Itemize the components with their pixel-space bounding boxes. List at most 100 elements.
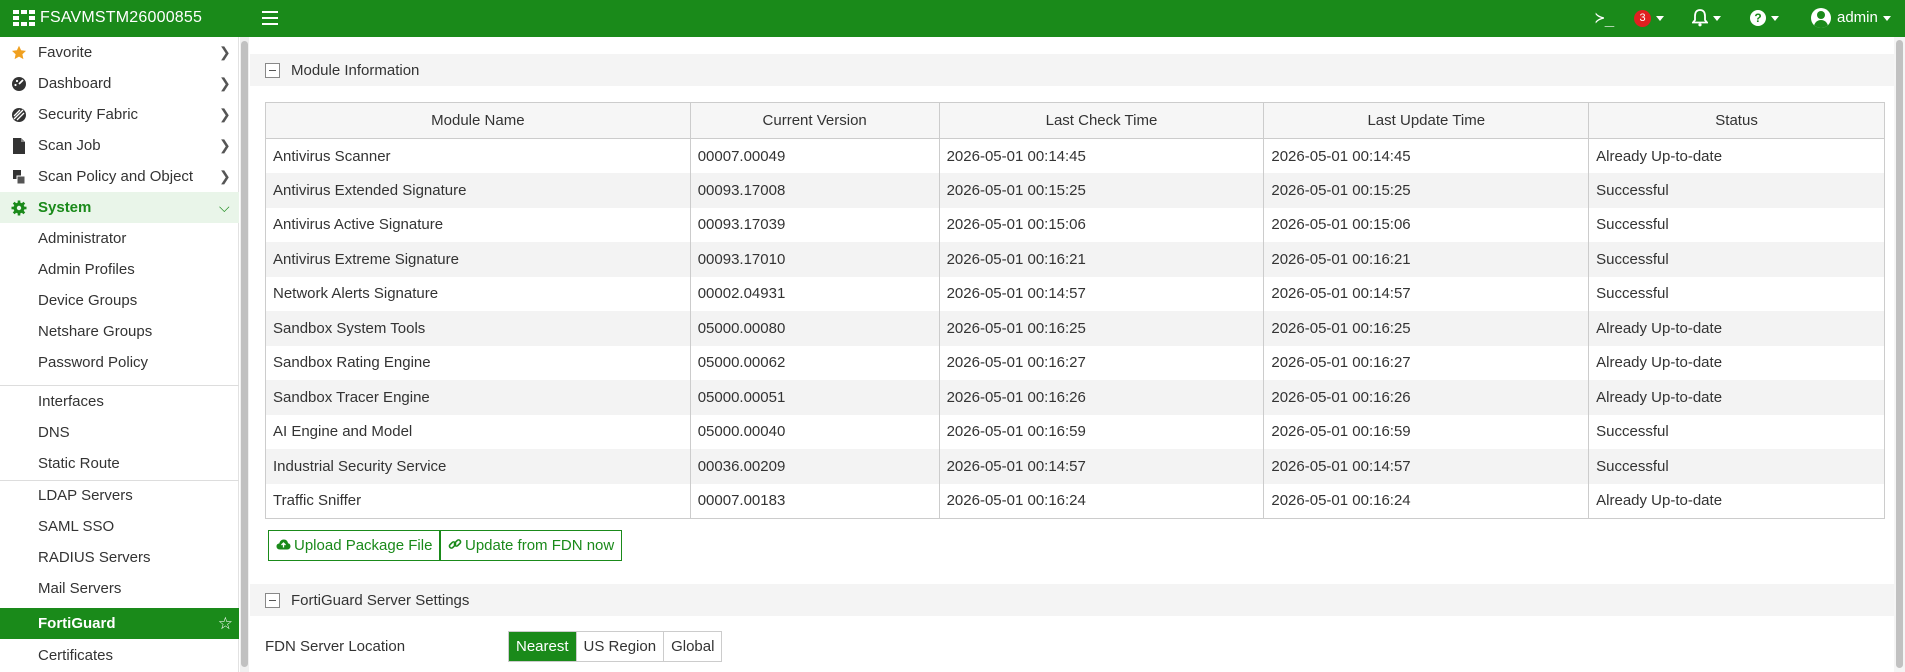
chevron-right-icon: ❯	[219, 168, 231, 184]
option-global[interactable]: Global	[663, 632, 722, 661]
update-from-fdn-button[interactable]: Update from FDN now	[440, 530, 623, 561]
sidebar-item-label: Security Fabric	[38, 106, 139, 123]
sidebar-item-mail-servers[interactable]: Mail Servers	[0, 573, 239, 604]
column-header[interactable]: Module Name	[265, 102, 691, 139]
table-row[interactable]: Antivirus Scanner 00007.00049 2026-05-01 0…	[265, 138, 1885, 173]
option-us-region[interactable]: US Region	[575, 632, 664, 661]
current-version-cell: 00007.00183	[689, 483, 940, 519]
sidebar-item-label: Scan Job	[38, 137, 101, 154]
table-row[interactable]: Network Alerts Signature 00002.04931 2026-…	[265, 276, 1885, 311]
last-check-time-cell: 2026-05-01 00:16:59	[938, 414, 1265, 449]
table-row[interactable]: Traffic Sniffer 00007.00183 2026-05-01 00:…	[265, 483, 1885, 519]
chevron-down-icon	[1771, 15, 1779, 21]
collapse-icon[interactable]	[265, 62, 280, 78]
status-cell: Already Up-to-date	[1588, 483, 1885, 519]
column-header[interactable]: Last Check Time	[938, 102, 1265, 139]
dashboard-icon	[0, 76, 38, 92]
column-header[interactable]: Last Update Time	[1263, 102, 1590, 139]
last-check-time-cell: 2026-05-01 00:16:24	[938, 483, 1265, 519]
sidebar-item-administrator[interactable]: Administrator	[0, 223, 239, 254]
help-dropdown[interactable]: ?	[1750, 9, 1779, 29]
current-version-cell: 00093.17039	[689, 207, 940, 242]
chevron-right-icon: ❯	[219, 106, 231, 122]
sidebar-item-scan-job[interactable]: Scan Job ❯	[0, 130, 239, 161]
last-update-time-cell: 2026-05-01 00:16:24	[1263, 483, 1590, 519]
scrollbar-thumb[interactable]	[1896, 40, 1903, 668]
device-name: FSAVMSTM26000855	[40, 9, 203, 26]
scrollbar-thumb[interactable]	[241, 41, 248, 667]
sidebar-item-dns[interactable]: DNS	[0, 417, 239, 448]
collapse-icon[interactable]	[265, 592, 280, 608]
sidebar-item-device-groups[interactable]: Device Groups	[0, 285, 239, 316]
chevron-down-icon	[1882, 15, 1891, 21]
table-header-row: Module Name Current Version Last Check T…	[265, 102, 1885, 139]
module-table: Module Name Current Version Last Check T…	[265, 102, 1885, 519]
link-icon	[448, 537, 462, 554]
sidebar: Favorite ❯ Dashboard ❯ Security Fabric ❯…	[0, 37, 239, 672]
notifications-dropdown[interactable]	[1691, 9, 1721, 29]
current-version-cell: 00093.17010	[689, 242, 940, 277]
sidebar-item-certificates[interactable]: Certificates	[0, 640, 239, 671]
chevron-right-icon: ❯	[219, 137, 231, 153]
sidebar-item-admin-profiles[interactable]: Admin Profiles	[0, 254, 239, 285]
sidebar-item-interfaces[interactable]: Interfaces	[0, 386, 239, 417]
menu-toggle-icon[interactable]	[262, 11, 278, 25]
table-row[interactable]: Sandbox Rating Engine 05000.00062 2026-05-…	[265, 345, 1885, 380]
last-update-time-cell: 2026-05-01 00:15:25	[1263, 173, 1590, 208]
status-cell: Successful	[1588, 449, 1885, 484]
sidebar-item-ldap-servers[interactable]: LDAP Servers	[0, 480, 239, 511]
sidebar-item-password-policy[interactable]: Password Policy	[0, 347, 239, 378]
module-name-cell: Antivirus Scanner	[265, 138, 691, 173]
table-row[interactable]: Antivirus Extreme Signature 00093.17010 20…	[265, 242, 1885, 277]
last-check-time-cell: 2026-05-01 00:16:21	[938, 242, 1265, 277]
table-row[interactable]: Antivirus Extended Signature 00093.17008 2…	[265, 173, 1885, 208]
avatar-icon	[1811, 8, 1831, 28]
fdn-server-location-label: FDN Server Location	[265, 638, 406, 655]
button-label: Upload Package File	[294, 537, 433, 554]
sidebar-item-saml-sso[interactable]: SAML SSO	[0, 511, 239, 542]
sidebar-item-radius-servers[interactable]: RADIUS Servers	[0, 542, 239, 573]
table-row[interactable]: Sandbox Tracer Engine 05000.00051 2026-05-…	[265, 380, 1885, 415]
status-cell: Already Up-to-date	[1588, 345, 1885, 380]
table-row[interactable]: Sandbox System Tools 05000.00080 2026-05-0…	[265, 311, 1885, 346]
sidebar-item-security-fabric[interactable]: Security Fabric ❯	[0, 99, 239, 130]
sidebar-scrollbar[interactable]	[240, 37, 249, 672]
sidebar-item-netshare-groups[interactable]: Netshare Groups	[0, 316, 239, 347]
fabric-icon	[0, 107, 38, 123]
last-check-time-cell: 2026-05-01 00:16:27	[938, 345, 1265, 380]
sidebar-item-scan-policy[interactable]: Scan Policy and Object ❯	[0, 161, 239, 192]
last-check-time-cell: 2026-05-01 00:16:25	[938, 311, 1265, 346]
sidebar-item-favorite[interactable]: Favorite ❯	[0, 37, 239, 68]
favorite-star-icon[interactable]: ☆	[218, 614, 233, 634]
table-row[interactable]: Antivirus Active Signature 00093.17039 202…	[265, 207, 1885, 242]
table-row[interactable]: AI Engine and Model 05000.00040 2026-05-01…	[265, 414, 1885, 449]
table-row[interactable]: Industrial Security Service 00036.00209 20…	[265, 449, 1885, 484]
sidebar-item-static-route[interactable]: Static Route	[0, 448, 239, 479]
user-menu[interactable]: admin	[1811, 8, 1891, 28]
cli-console-icon[interactable]: ≻_	[1595, 8, 1614, 27]
current-version-cell: 05000.00080	[689, 311, 940, 346]
column-header[interactable]: Current Version	[689, 102, 940, 139]
chevron-down-icon	[1713, 15, 1721, 21]
sidebar-item-label: Dashboard	[38, 75, 112, 92]
alerts-dropdown[interactable]: 3	[1634, 9, 1664, 29]
bell-icon	[1691, 9, 1709, 27]
main-scrollbar[interactable]	[1894, 37, 1905, 672]
sidebar-item-dashboard[interactable]: Dashboard ❯	[0, 68, 239, 99]
module-information-header[interactable]: Module Information	[250, 54, 1895, 86]
status-cell: Successful	[1588, 276, 1885, 311]
button-label: Update from FDN now	[465, 537, 615, 554]
last-check-time-cell: 2026-05-01 00:15:06	[938, 207, 1265, 242]
module-name-cell: Antivirus Extreme Signature	[265, 242, 691, 277]
last-update-time-cell: 2026-05-01 00:15:06	[1263, 207, 1590, 242]
option-nearest[interactable]: Nearest	[509, 632, 576, 661]
status-cell: Successful	[1588, 207, 1885, 242]
module-name-cell: Network Alerts Signature	[265, 276, 691, 311]
upload-package-button[interactable]: Upload Package File	[268, 530, 441, 561]
sidebar-item-system[interactable]: System ⌵	[0, 192, 239, 223]
status-cell: Successful	[1588, 414, 1885, 449]
fortiguard-server-settings-header[interactable]: FortiGuard Server Settings	[250, 584, 1895, 616]
sidebar-item-fortiguard[interactable]: FortiGuard ☆	[0, 608, 239, 639]
column-header[interactable]: Status	[1588, 102, 1885, 139]
status-cell: Already Up-to-date	[1588, 311, 1885, 346]
